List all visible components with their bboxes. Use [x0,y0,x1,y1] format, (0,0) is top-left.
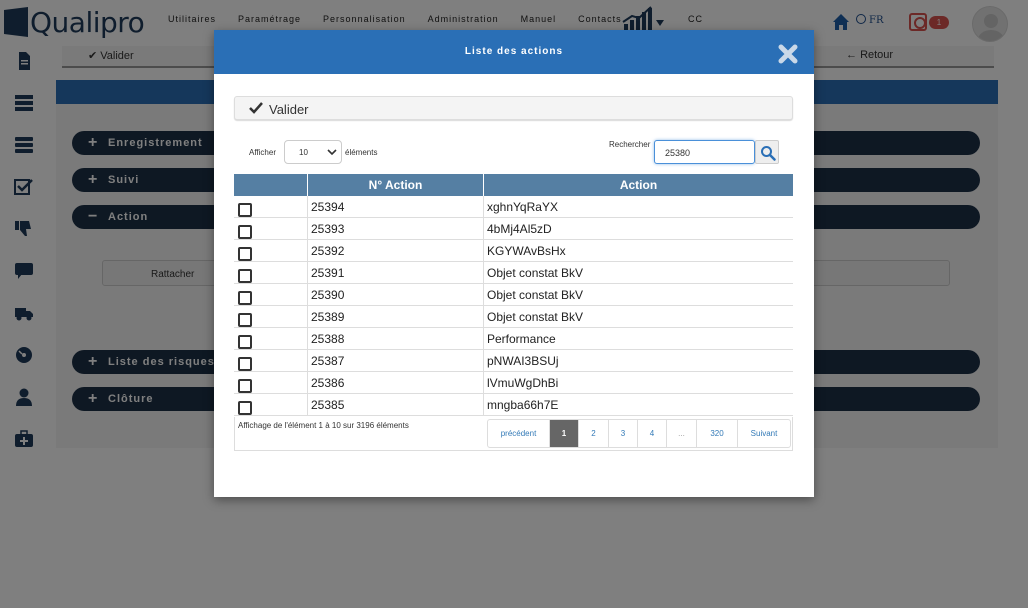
modal-title: Liste des actions [464,46,564,57]
row-action: mngba66h7E [487,398,559,412]
search-input-value: 25380 [665,148,691,158]
page-length-suffix: éléments [345,148,378,157]
row-select-cell [234,262,308,284]
row-action: Objet constat BkV [487,310,584,324]
chevron-down-icon [327,149,337,156]
column-header-num-action[interactable]: N° Action [308,174,484,196]
row-select-cell [234,350,308,372]
row-checkbox[interactable] [238,357,252,371]
pagination-page-3[interactable]: 3 [609,420,638,447]
search-icon [761,146,776,161]
pagination-ellipsis: ... [667,420,697,447]
pagination: précédent 1 2 3 4 ... 320 Suivant [487,419,791,448]
row-num-action: 25387 [308,350,484,372]
row-num-action: 25390 [308,284,484,306]
column-header-action[interactable]: Action [484,174,793,196]
row-num-action: 25385 [308,394,484,416]
row-select-cell [234,328,308,350]
row-num-action: 25393 [308,218,484,240]
table-row[interactable]: 25388 Performance [234,328,793,350]
row-checkbox[interactable] [238,401,252,415]
row-checkbox[interactable] [238,203,252,217]
row-action: lVmuWgDhBi [487,376,559,390]
row-num-action: 25394 [308,196,484,218]
row-action: Objet constat BkV [487,288,584,302]
close-icon[interactable] [778,44,798,64]
modal-valider-label: Valider [269,102,309,117]
table-row[interactable]: 25385 mngba66h7E [234,394,793,416]
table-footer: Affichage de l'élément 1 à 10 sur 3196 é… [234,417,793,451]
row-select-cell [234,196,308,218]
table-row[interactable]: 25392 KGYWAvBsHx [234,240,793,262]
row-checkbox[interactable] [238,269,252,283]
row-action: 4bMj4Al5zD [487,222,552,236]
search-button[interactable] [755,140,779,164]
row-num-action: 25386 [308,372,484,394]
row-action: Objet constat BkV [487,266,584,280]
table-row[interactable]: 25387 pNWAI3BSUj [234,350,793,372]
table-body: 25394 xghnYqRaYX 25393 4bMj4Al5zD 25392 KGYWA… [234,196,793,416]
pagination-next[interactable]: Suivant [738,420,790,447]
modal-header: Liste des actions [214,30,814,74]
row-select-cell [234,394,308,416]
pagination-page-4[interactable]: 4 [638,420,667,447]
table-row[interactable]: 25386 lVmuWgDhBi [234,372,793,394]
pagination-page-2[interactable]: 2 [579,420,609,447]
row-num-action: 25389 [308,306,484,328]
modal-valider-button[interactable]: Valider [234,96,793,120]
row-select-cell [234,218,308,240]
page-length-value: 10 [299,148,308,157]
search-input[interactable]: 25380 [654,140,755,164]
row-checkbox[interactable] [238,335,252,349]
table-row[interactable]: 25394 xghnYqRaYX [234,196,793,218]
row-action: KGYWAvBsHx [487,244,566,258]
row-checkbox[interactable] [238,291,252,305]
row-checkbox[interactable] [238,313,252,327]
table-header: N° Action Action [234,174,793,196]
row-num-action: 25391 [308,262,484,284]
check-icon [249,102,263,114]
row-select-cell [234,240,308,262]
table-row[interactable]: 25389 Objet constat BkV [234,306,793,328]
row-num-action: 25388 [308,328,484,350]
pagination-page-1[interactable]: 1 [550,420,579,447]
row-select-cell [234,284,308,306]
table-row[interactable]: 25391 Objet constat BkV [234,262,793,284]
row-checkbox[interactable] [238,225,252,239]
table-row[interactable]: 25393 4bMj4Al5zD [234,218,793,240]
row-num-action: 25392 [308,240,484,262]
row-select-cell [234,306,308,328]
row-action: xghnYqRaYX [487,200,558,214]
row-action: pNWAI3BSUj [487,354,559,368]
search-label: Rechercher [609,140,651,149]
pagination-page-320[interactable]: 320 [697,420,738,447]
page-length-select[interactable]: 10 [284,140,342,164]
page-length-label: Afficher [249,148,276,157]
table-info: Affichage de l'élément 1 à 10 sur 3196 é… [238,421,409,430]
row-checkbox[interactable] [238,379,252,393]
actions-modal: Liste des actions Valider Afficher 10 él… [214,30,814,497]
row-select-cell [234,372,308,394]
row-action: Performance [487,332,556,346]
table-row[interactable]: 25390 Objet constat BkV [234,284,793,306]
row-checkbox[interactable] [238,247,252,261]
pagination-previous[interactable]: précédent [488,420,550,447]
column-header-select[interactable] [234,174,308,196]
